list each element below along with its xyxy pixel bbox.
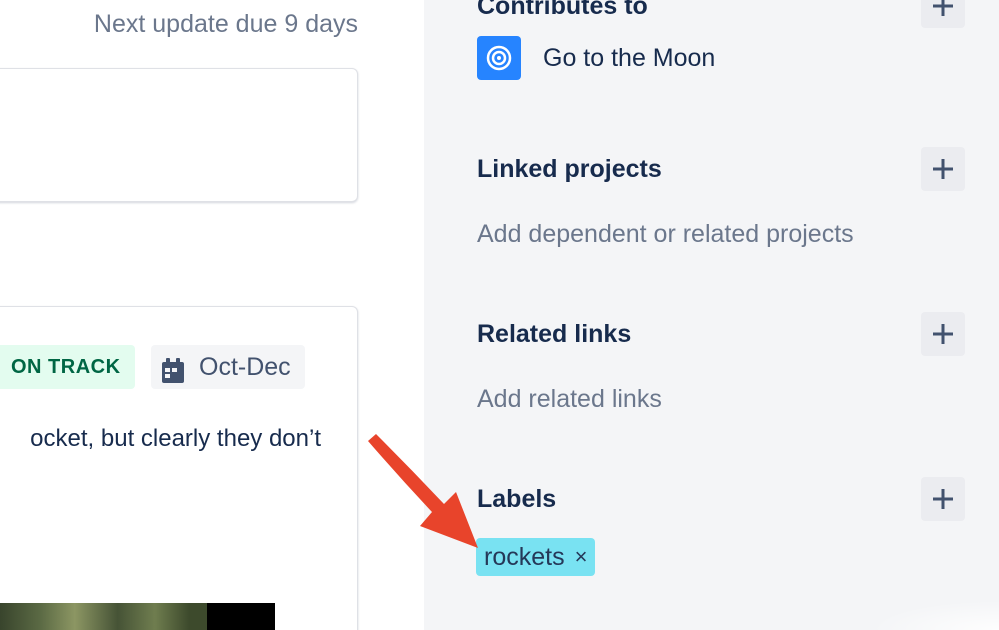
update-input-card[interactable] [0,68,358,202]
goal-name[interactable]: Go to the Moon [543,44,715,73]
add-linked-project-button[interactable] [921,147,965,191]
add-goal-button[interactable] [921,0,965,28]
plus-icon [933,324,953,344]
plus-icon [933,159,953,179]
calendar-icon [161,354,185,383]
status-update-text: ocket, but clearly they don’t [30,425,321,452]
label-tag[interactable]: rockets × [476,538,596,576]
linked-projects-title: Linked projects [477,155,662,183]
contributes-to-title: Contributes to [477,0,648,20]
add-label-button[interactable] [921,477,965,521]
labels-title: Labels [477,485,557,513]
target-date-label: Oct-Dec [199,353,291,381]
remove-label-icon[interactable]: × [575,546,588,568]
project-page: Next update due 9 days ON TRACK Oct-Dec [0,0,999,630]
main-column: Next update due 9 days ON TRACK Oct-Dec [0,0,424,630]
goal-target-icon [477,36,521,80]
status-update-card: ON TRACK Oct-Dec ocket, but clearly they… [0,306,358,630]
linked-projects-placeholder[interactable]: Add dependent or related projects [477,220,854,249]
label-text: rockets [484,542,565,571]
related-links-placeholder[interactable]: Add related links [477,385,662,414]
related-links-title: Related links [477,320,632,348]
goal-item[interactable]: Go to the Moon [477,36,715,80]
plus-icon [933,0,953,16]
status-lozenge: ON TRACK [0,345,135,389]
next-update-text: Next update due 9 days [93,10,358,38]
update-image-dark [207,603,275,630]
sidebar: Contributes to Go to the Moon Linked pro… [424,0,999,630]
corner-shade [869,600,999,630]
add-related-link-button[interactable] [921,312,965,356]
plus-icon [933,489,953,509]
target-date-chip[interactable]: Oct-Dec [151,345,305,389]
